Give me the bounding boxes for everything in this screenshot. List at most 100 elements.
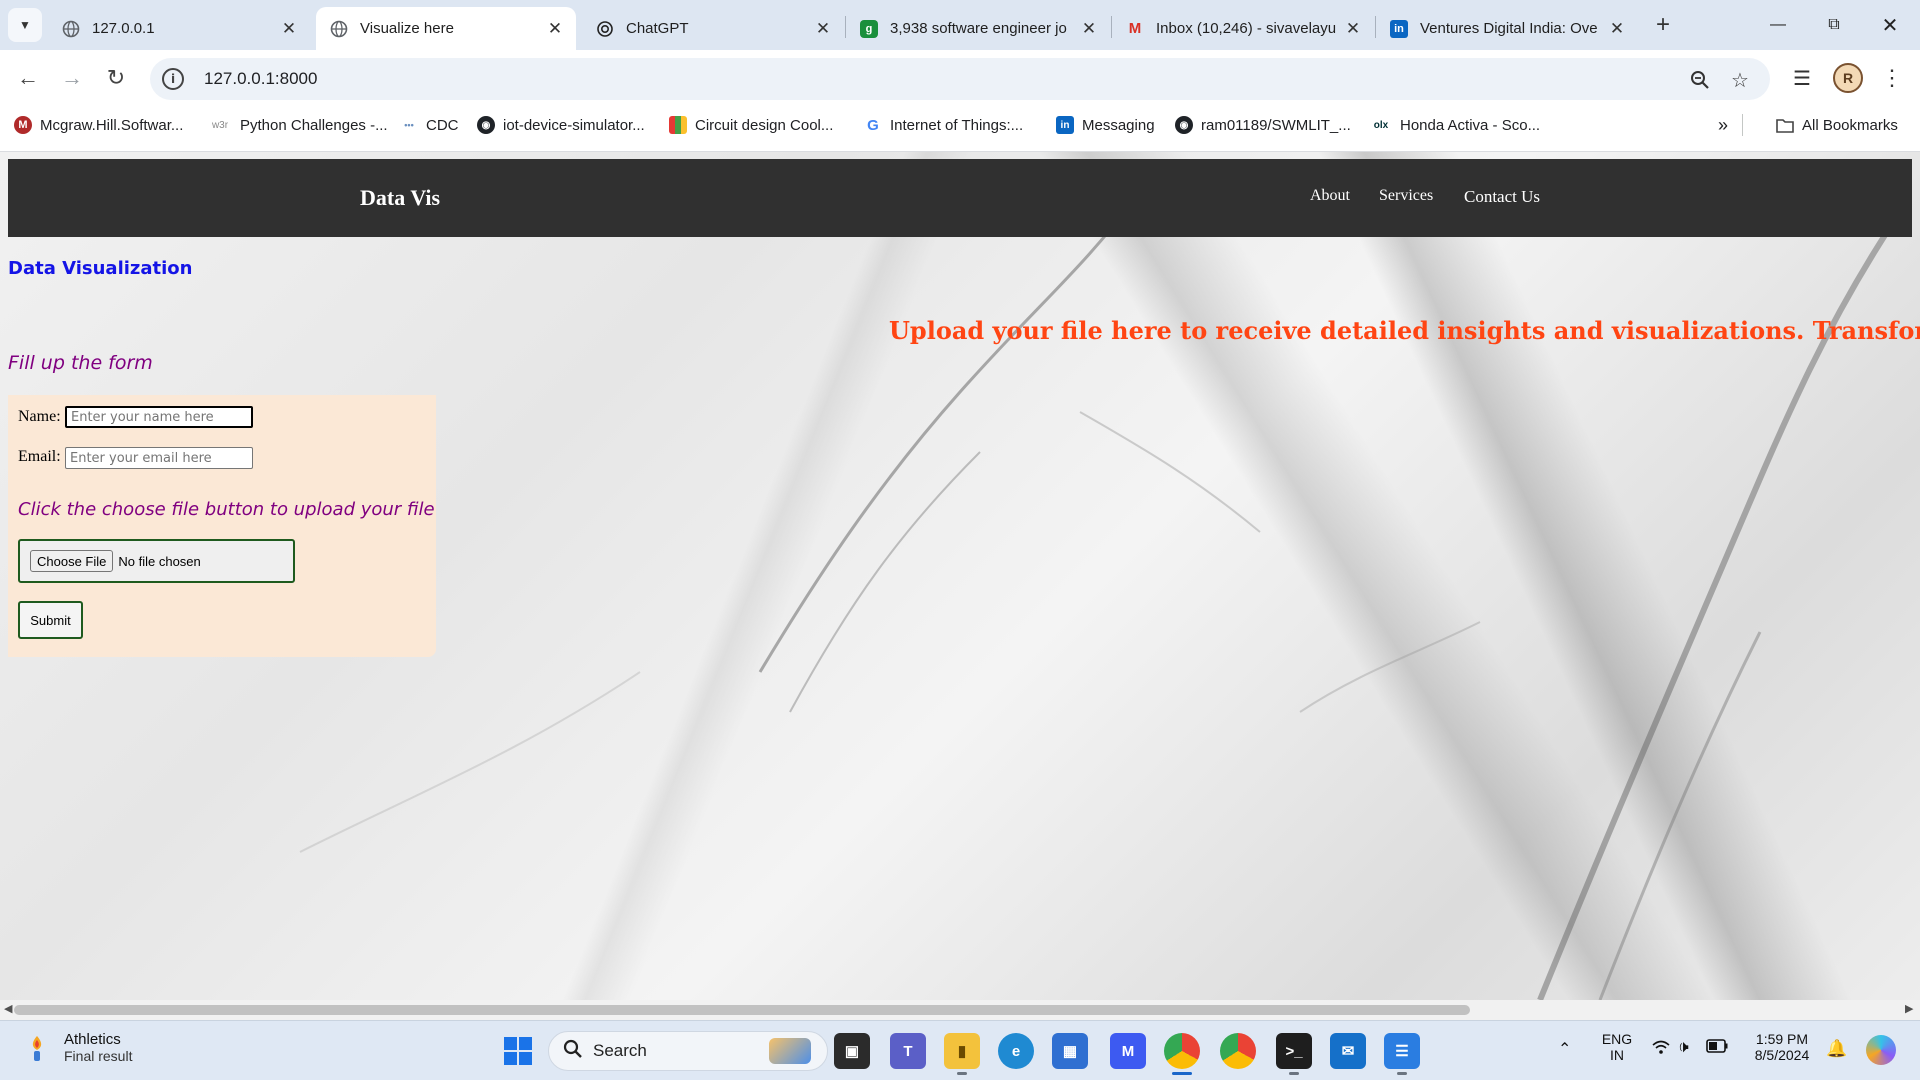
restore-button[interactable]: ⧉ bbox=[1806, 0, 1862, 50]
vscode-like-icon[interactable]: M bbox=[1110, 1033, 1146, 1069]
email-input[interactable] bbox=[65, 447, 253, 469]
horizontal-scrollbar[interactable]: ◀ ▶ bbox=[0, 1000, 1920, 1020]
volume-icon[interactable]: 🕩 bbox=[1678, 1037, 1689, 1057]
bookmark-star-icon[interactable]: ☆ bbox=[1726, 66, 1754, 94]
bookmark-item[interactable]: ••• CDC bbox=[400, 108, 458, 142]
globe-icon bbox=[62, 20, 80, 38]
windows-taskbar: Athletics Final result Search ▣ T ▮ e ▦ … bbox=[0, 1020, 1920, 1080]
notification-bell-icon[interactable]: 🔔 bbox=[1826, 1039, 1847, 1059]
reload-button[interactable]: ↻ bbox=[98, 60, 134, 96]
widget-subtitle: Final result bbox=[64, 1048, 133, 1064]
jobs-site-icon: g bbox=[860, 19, 878, 38]
back-button[interactable]: ← bbox=[10, 60, 46, 96]
bookmark-item[interactable]: in Messaging bbox=[1056, 108, 1155, 142]
running-indicator bbox=[1397, 1072, 1407, 1075]
language-indicator[interactable]: ENG IN bbox=[1598, 1031, 1636, 1063]
close-icon[interactable]: ✕ bbox=[1606, 18, 1628, 40]
close-icon[interactable]: ✕ bbox=[1078, 18, 1100, 40]
wifi-icon[interactable] bbox=[1652, 1039, 1670, 1058]
bookmark-item[interactable]: M Mcgraw.Hill.Softwar... bbox=[14, 108, 183, 142]
chevron-down-icon: ▼ bbox=[19, 18, 31, 32]
bookmarks-bar: M Mcgraw.Hill.Softwar... w3r Python Chal… bbox=[0, 108, 1920, 152]
tab-title: Inbox (10,246) - sivavelayu bbox=[1156, 20, 1337, 37]
chatgpt-icon bbox=[596, 20, 614, 38]
store-icon[interactable]: ▦ bbox=[1052, 1033, 1088, 1069]
linkedin-icon: in bbox=[1390, 19, 1408, 38]
github-icon: ◉ bbox=[477, 116, 495, 134]
taskbar-search[interactable]: Search bbox=[548, 1031, 828, 1071]
all-bookmarks[interactable]: All Bookmarks bbox=[1776, 108, 1898, 142]
tab-chatgpt[interactable]: ChatGPT ✕ bbox=[582, 7, 844, 50]
upload-form: Name: Email: Click the choose file butto… bbox=[8, 395, 436, 657]
site-brand[interactable]: Data Vis bbox=[360, 185, 440, 211]
nav-link-services[interactable]: Services bbox=[1379, 187, 1433, 205]
weather-widget[interactable]: Athletics Final result bbox=[26, 1031, 132, 1064]
tab-linkedin[interactable]: in Ventures Digital India: Ove ✕ bbox=[1376, 7, 1638, 50]
windows-start-icon[interactable] bbox=[500, 1033, 536, 1069]
nav-link-about[interactable]: About bbox=[1310, 187, 1350, 205]
file-explorer-icon[interactable]: ▮ bbox=[944, 1033, 980, 1075]
clock-time: 1:59 PM bbox=[1755, 1031, 1809, 1047]
mail-icon[interactable]: ✉ bbox=[1330, 1033, 1366, 1069]
linkedin-icon: in bbox=[1056, 116, 1074, 134]
media-controls-icon[interactable]: ☰ bbox=[1784, 60, 1820, 96]
widget-title: Athletics bbox=[64, 1031, 121, 1048]
tab-title: ChatGPT bbox=[626, 20, 689, 37]
scroll-right-arrow-icon[interactable]: ▶ bbox=[1905, 1002, 1913, 1015]
tab-search-button[interactable]: ▼ bbox=[8, 8, 42, 42]
tab-title: Ventures Digital India: Ove bbox=[1420, 20, 1598, 37]
bookmark-item[interactable]: Circuit design Cool... bbox=[669, 108, 833, 142]
site-navbar: Data Vis About Services Contact Us bbox=[8, 159, 1912, 237]
clock-date: 8/5/2024 bbox=[1754, 1047, 1810, 1063]
bookmark-item[interactable]: ◉ ram01189/SWMLIT_... bbox=[1175, 108, 1351, 142]
task-view-icon[interactable]: ▣ bbox=[834, 1033, 870, 1069]
minimize-button[interactable]: — bbox=[1750, 0, 1806, 50]
tab-gmail-inbox[interactable]: M Inbox (10,246) - sivavelayu ✕ bbox=[1112, 7, 1374, 50]
bookmark-item[interactable]: olx Honda Activa - Sco... bbox=[1370, 108, 1540, 142]
close-icon[interactable]: ✕ bbox=[544, 18, 566, 40]
zoom-icon[interactable] bbox=[1686, 66, 1714, 94]
name-input[interactable] bbox=[65, 406, 253, 428]
nav-link-contact-us[interactable]: Contact Us bbox=[1464, 187, 1540, 207]
url-text: 127.0.0.1:8000 bbox=[204, 69, 318, 88]
terminal-icon[interactable]: >_ bbox=[1276, 1033, 1312, 1075]
avatar[interactable]: R bbox=[1833, 63, 1863, 93]
torch-icon bbox=[26, 1034, 48, 1062]
tab-localhost[interactable]: 127.0.0.1 ✕ bbox=[48, 7, 310, 50]
scroll-left-arrow-icon[interactable]: ◀ bbox=[4, 1002, 12, 1015]
close-icon[interactable]: ✕ bbox=[1342, 18, 1364, 40]
close-icon[interactable]: ✕ bbox=[812, 18, 834, 40]
tab-software-jobs[interactable]: g 3,938 software engineer jo ✕ bbox=[846, 7, 1110, 50]
teams-icon[interactable]: T bbox=[890, 1033, 926, 1069]
tab-visualize-here[interactable]: Visualize here ✕ bbox=[316, 7, 576, 50]
choose-file-button[interactable]: Choose File bbox=[30, 550, 114, 572]
menu-kebab-icon[interactable]: ⋮ bbox=[1874, 60, 1910, 96]
notepad-icon[interactable]: ☰ bbox=[1384, 1033, 1420, 1075]
edge-icon[interactable]: e bbox=[998, 1033, 1034, 1069]
bookmark-item[interactable]: w3r Python Challenges -... bbox=[208, 108, 388, 142]
submit-button[interactable]: Submit bbox=[18, 601, 83, 639]
site-info-icon[interactable]: i bbox=[162, 68, 184, 90]
chrome-icon[interactable] bbox=[1164, 1033, 1200, 1075]
show-hidden-icons-chevron-icon[interactable]: ⌃ bbox=[1558, 1039, 1571, 1059]
chrome-profile-icon[interactable] bbox=[1220, 1033, 1256, 1069]
form-heading: Fill up the form bbox=[8, 352, 153, 374]
bookmark-item[interactable]: G Internet of Things:... bbox=[864, 108, 1023, 142]
new-tab-button[interactable]: + bbox=[1648, 10, 1678, 40]
battery-icon[interactable] bbox=[1706, 1039, 1728, 1056]
file-status: No file chosen bbox=[118, 553, 201, 569]
scrollbar-thumb[interactable] bbox=[14, 1005, 1470, 1015]
more-bookmarks-chevron-icon[interactable]: » bbox=[1718, 108, 1728, 142]
active-indicator bbox=[1172, 1072, 1192, 1075]
clock[interactable]: 1:59 PM 8/5/2024 bbox=[1744, 1031, 1820, 1063]
address-bar[interactable]: i 127.0.0.1:8000 ☆ bbox=[150, 58, 1770, 100]
circuit-design-icon bbox=[669, 116, 687, 134]
bookmark-label: Python Challenges -... bbox=[240, 116, 388, 134]
close-window-button[interactable]: ✕ bbox=[1862, 0, 1918, 50]
file-input[interactable]: Choose File No file chosen bbox=[18, 539, 295, 583]
close-icon[interactable]: ✕ bbox=[278, 18, 300, 40]
tab-title: 3,938 software engineer jo bbox=[890, 20, 1067, 37]
copilot-icon[interactable] bbox=[1866, 1035, 1896, 1065]
forward-button[interactable]: → bbox=[54, 60, 90, 96]
bookmark-item[interactable]: ◉ iot-device-simulator... bbox=[477, 108, 645, 142]
